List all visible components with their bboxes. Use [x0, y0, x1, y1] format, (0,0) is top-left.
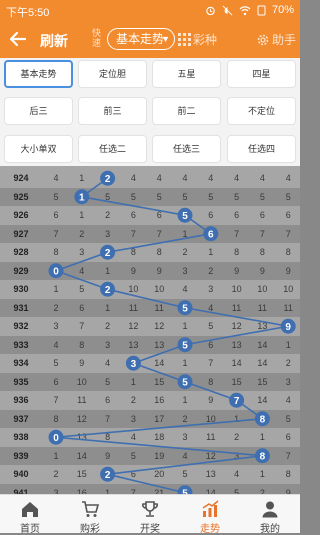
home-icon — [22, 502, 38, 517]
hit-ball: 2 — [100, 281, 116, 297]
hit-ball: 0 — [48, 263, 64, 279]
sim-icon — [257, 5, 266, 15]
user-icon — [262, 501, 278, 518]
quick-label: 快速 — [92, 28, 102, 48]
bottom-tab-bar: 首页 购彩 开奖 走势 我的 — [0, 494, 300, 535]
hit-ball-number: 2 — [105, 174, 111, 185]
trend-line — [53, 177, 289, 494]
tab-label: 开奖 — [140, 524, 160, 535]
cart-icon — [82, 501, 100, 517]
hit-ball-number: 5 — [182, 211, 188, 222]
menu-item-first-two[interactable]: 前二 — [152, 97, 221, 125]
menu-item-basic-trend[interactable]: 基本走势 — [4, 60, 73, 88]
trophy-icon — [142, 501, 158, 517]
hit-ball: 8 — [254, 448, 270, 464]
menu-item-no-position[interactable]: 不定位 — [227, 97, 296, 125]
menu-item-size-parity[interactable]: 大小单双 — [4, 135, 73, 163]
hit-ball-number: 6 — [208, 229, 214, 240]
tab-buy[interactable]: 购彩 — [60, 495, 120, 535]
menu-item-five-star[interactable]: 五星 — [152, 60, 221, 88]
back-arrow-icon[interactable] — [8, 29, 28, 49]
hit-ball: 2 — [100, 244, 116, 260]
refresh-button[interactable]: 刷新 — [40, 31, 68, 51]
hit-ball-number: 1 — [79, 192, 85, 203]
mute-icon — [222, 5, 233, 15]
lottery-type-label: 彩种 — [193, 33, 218, 47]
hit-ball-number: 5 — [182, 377, 188, 388]
hit-ball: 9 — [280, 318, 296, 334]
menu-item-any-four[interactable]: 任选四 — [227, 135, 296, 163]
wifi-icon — [239, 5, 251, 15]
alarm-icon — [206, 6, 215, 15]
battery-text: 70% — [271, 4, 294, 16]
status-bar: 下午5:50 70% — [0, 0, 300, 20]
tab-label: 走势 — [200, 524, 220, 535]
hit-ball: 5 — [177, 374, 193, 390]
hit-ball: 6 — [203, 226, 219, 242]
hit-ball: 3 — [125, 355, 141, 371]
hit-ball: 2 — [100, 170, 116, 186]
hit-ball-number: 2 — [105, 285, 111, 296]
tab-trend[interactable]: 走势 — [180, 495, 240, 535]
hit-ball: 2 — [100, 466, 116, 482]
tab-draw[interactable]: 开奖 — [120, 495, 180, 535]
chart-icon — [202, 500, 219, 517]
hit-ball: 5 — [177, 337, 193, 353]
hit-ball-number: 2 — [105, 470, 111, 481]
hit-ball-number: 0 — [53, 266, 59, 277]
hit-ball-number: 5 — [182, 340, 188, 351]
trend-select-value: 基本走势 — [116, 32, 165, 46]
hit-ball: 5 — [177, 207, 193, 223]
hit-ball: 8 — [254, 411, 270, 427]
top-bar: 刷新 快速 基本走势 ▼ 彩种 助手 — [0, 20, 300, 58]
hit-ball-number: 3 — [131, 359, 137, 370]
hit-ball-number: 7 — [234, 396, 240, 407]
menu-item-position[interactable]: 定位胆 — [78, 60, 147, 88]
hit-ball-number: 0 — [53, 433, 59, 444]
gear-icon — [257, 34, 269, 45]
menu-item-four-star[interactable]: 四星 — [227, 60, 296, 88]
trend-table[interactable]: 9244124444444925515555555592661266566669… — [0, 166, 300, 494]
hit-ball-number: 5 — [182, 303, 188, 314]
status-icons: 70% — [205, 4, 294, 16]
hit-ball: 5 — [177, 300, 193, 316]
hit-ball-number: 8 — [260, 451, 266, 462]
hit-ball: 0 — [48, 429, 64, 445]
hit-ball: 7 — [229, 392, 245, 408]
lottery-type-button[interactable]: 彩种 — [178, 31, 217, 48]
hit-ball-number: 8 — [260, 414, 266, 425]
helper-button[interactable]: 助手 — [256, 31, 296, 48]
trend-line-overlay: 2 1 5 6 2 0 2 5 9 5 3 5 7 8 0 8 2 5 — [48, 170, 296, 494]
menu-item-first-three[interactable]: 前三 — [78, 97, 147, 125]
menu-item-last-three[interactable]: 后三 — [4, 97, 73, 125]
menu-item-any-three[interactable]: 任选三 — [152, 135, 221, 163]
tab-home[interactable]: 首页 — [0, 495, 60, 535]
trend-type-select[interactable]: 基本走势 ▼ — [107, 28, 175, 50]
tab-label: 购彩 — [80, 524, 100, 535]
hit-ball: 5 — [177, 485, 193, 494]
tab-label: 首页 — [20, 524, 40, 535]
hit-ball-number: 9 — [285, 322, 291, 333]
chevron-down-icon: ▼ — [161, 34, 170, 44]
status-time: 下午5:50 — [6, 7, 50, 19]
menu-item-any-two[interactable]: 任选二 — [78, 135, 147, 163]
hit-ball: 1 — [74, 189, 90, 205]
tab-label: 我的 — [260, 524, 280, 535]
tab-mine[interactable]: 我的 — [240, 495, 300, 535]
trend-type-menu: 基本走势 定位胆 五星 四星 后三 前三 前二 不定位 大小单双 任选二 任选三… — [0, 58, 300, 166]
hit-ball-number: 2 — [105, 248, 111, 259]
grid-icon — [178, 33, 191, 46]
helper-label: 助手 — [272, 33, 297, 47]
